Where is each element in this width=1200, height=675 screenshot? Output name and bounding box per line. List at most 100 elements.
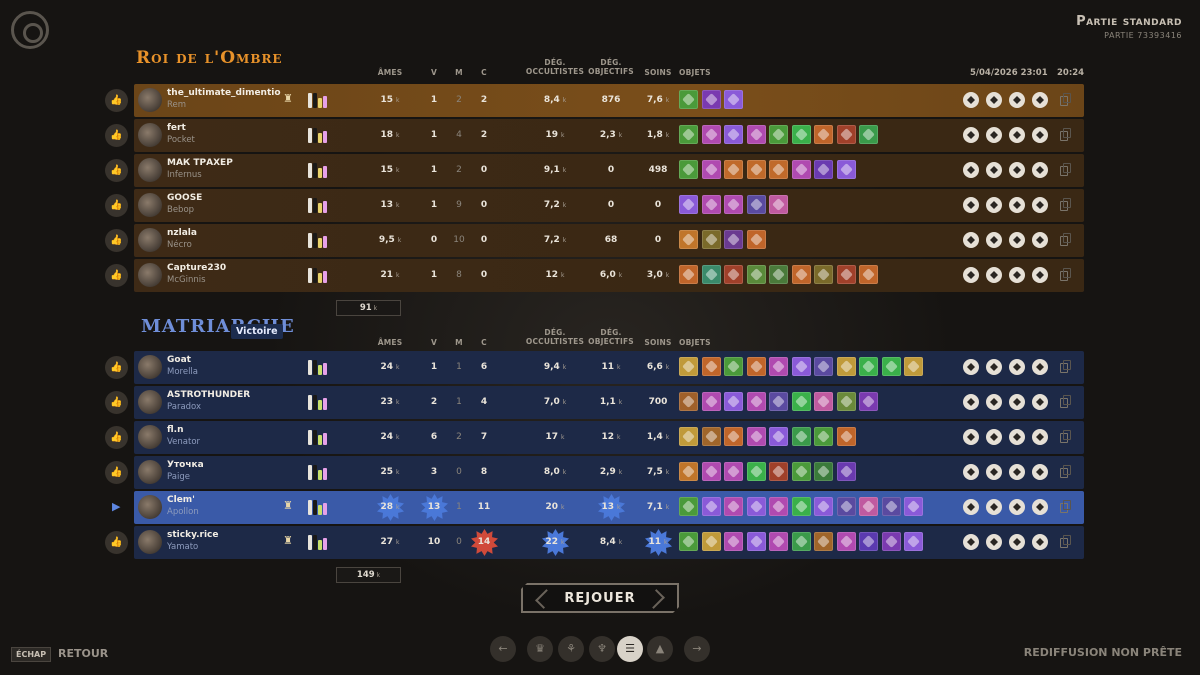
item-icon[interactable]	[679, 160, 698, 179]
scoreboard-list-icon[interactable]: ☰	[617, 636, 643, 662]
copy-build-icon[interactable]	[1060, 268, 1071, 281]
item-icon[interactable]	[724, 357, 743, 376]
item-icon[interactable]	[859, 532, 878, 551]
item-icon[interactable]	[814, 392, 833, 411]
player-row[interactable]: the_ultimate_dimentio Rem ♜ 15 k 1 2 2 8,4 k 876…	[134, 84, 1084, 117]
ability-icon[interactable]	[1009, 127, 1025, 143]
ability-icon[interactable]	[1032, 232, 1048, 248]
ability-icon[interactable]	[1009, 232, 1025, 248]
item-icon[interactable]	[701, 90, 721, 109]
item-icon[interactable]	[791, 462, 811, 481]
copy-build-icon[interactable]	[1060, 500, 1071, 513]
copy-build-icon[interactable]	[1060, 465, 1071, 478]
ability-icon[interactable]	[986, 92, 1002, 108]
item-icon[interactable]	[859, 392, 878, 411]
item-icon[interactable]	[746, 392, 766, 411]
item-icon[interactable]	[814, 160, 833, 179]
player-name[interactable]: fl.n	[167, 425, 184, 435]
item-icon[interactable]	[679, 265, 698, 284]
item-icon[interactable]	[791, 160, 811, 179]
item-icon[interactable]	[679, 427, 698, 446]
ability-icon[interactable]	[986, 197, 1002, 213]
item-icon[interactable]	[746, 462, 766, 481]
next-icon[interactable]: →	[684, 636, 710, 662]
trophy-icon[interactable]: ♛	[527, 636, 553, 662]
item-icon[interactable]	[791, 357, 811, 376]
player-name[interactable]: sticky.rice	[167, 530, 219, 540]
item-icon[interactable]	[791, 125, 811, 144]
item-icon[interactable]	[724, 230, 743, 249]
thumbs-up-button[interactable]: 👍	[105, 356, 128, 379]
ability-icon[interactable]	[1009, 359, 1025, 375]
item-icon[interactable]	[836, 265, 856, 284]
player-row[interactable]: fl.n Venator 24 k 6 2 7 17 k 12 k 1,4 k	[134, 421, 1084, 454]
item-icon[interactable]	[791, 392, 811, 411]
item-icon[interactable]	[746, 160, 766, 179]
ability-icon[interactable]	[963, 464, 979, 480]
thumbs-up-button[interactable]: 👍	[105, 194, 128, 217]
game-logo-icon[interactable]	[11, 11, 49, 49]
thumbs-up-button[interactable]: 👍	[105, 531, 128, 554]
item-icon[interactable]	[859, 497, 878, 516]
ability-icon[interactable]	[986, 359, 1002, 375]
item-icon[interactable]	[679, 497, 698, 516]
item-icon[interactable]	[769, 160, 788, 179]
item-icon[interactable]	[769, 195, 788, 214]
ability-icon[interactable]	[1009, 162, 1025, 178]
item-icon[interactable]	[746, 230, 766, 249]
item-icon[interactable]	[814, 427, 833, 446]
item-icon[interactable]	[769, 265, 788, 284]
ability-icon[interactable]	[1032, 429, 1048, 445]
item-icon[interactable]	[724, 497, 743, 516]
item-icon[interactable]	[701, 265, 721, 284]
item-icon[interactable]	[701, 427, 721, 446]
player-row[interactable]: fert Pocket 18 k 1 4 2 19 k 2,3 k 1,8 k	[134, 119, 1084, 152]
ability-icon[interactable]	[963, 394, 979, 410]
player-name[interactable]: Уточка	[167, 460, 204, 470]
player-row[interactable]: Capture230 McGinnis 21 k 1 8 0 12 k 6,0 k 3,0 k	[134, 259, 1084, 292]
item-icon[interactable]	[679, 230, 698, 249]
item-icon[interactable]	[746, 125, 766, 144]
ability-icon[interactable]	[963, 359, 979, 375]
copy-build-icon[interactable]	[1060, 535, 1071, 548]
item-icon[interactable]	[746, 357, 766, 376]
item-icon[interactable]	[791, 497, 811, 516]
ability-icon[interactable]	[1032, 267, 1048, 283]
thumbs-up-button[interactable]: 👍	[105, 391, 128, 414]
thumbs-up-button[interactable]: 👍	[105, 89, 128, 112]
player-name[interactable]: GOOSE	[167, 193, 202, 203]
ability-icon[interactable]	[963, 534, 979, 550]
ability-icon[interactable]	[986, 429, 1002, 445]
item-icon[interactable]	[769, 532, 788, 551]
item-icon[interactable]	[724, 427, 743, 446]
item-icon[interactable]	[679, 125, 698, 144]
back-button[interactable]: RETOUR	[58, 647, 108, 660]
item-icon[interactable]	[746, 497, 766, 516]
ability-icon[interactable]	[1009, 394, 1025, 410]
item-icon[interactable]	[814, 462, 833, 481]
ability-icon[interactable]	[1009, 267, 1025, 283]
item-icon[interactable]	[724, 90, 743, 109]
item-icon[interactable]	[769, 427, 788, 446]
player-name[interactable]: Capture230	[167, 263, 226, 273]
ability-icon[interactable]	[1032, 359, 1048, 375]
ability-icon[interactable]	[963, 197, 979, 213]
player-row[interactable]: GOOSE Bebop 13 k 1 9 0 7,2 k 0 0	[134, 189, 1084, 222]
item-icon[interactable]	[679, 532, 698, 551]
player-row[interactable]: sticky.rice Yamato ♜ 27 k 10 0 14 22 k 8,4 k 11 k	[134, 526, 1084, 559]
ability-icon[interactable]	[1032, 92, 1048, 108]
item-icon[interactable]	[859, 265, 878, 284]
ability-icon[interactable]	[1009, 464, 1025, 480]
ability-icon[interactable]	[1009, 534, 1025, 550]
ability-icon[interactable]	[963, 429, 979, 445]
item-icon[interactable]	[701, 392, 721, 411]
item-icon[interactable]	[724, 265, 743, 284]
ability-icon[interactable]	[1009, 92, 1025, 108]
copy-build-icon[interactable]	[1060, 430, 1071, 443]
ability-icon[interactable]	[986, 394, 1002, 410]
item-icon[interactable]	[679, 90, 698, 109]
ability-icon[interactable]	[963, 162, 979, 178]
player-name[interactable]: Clem'	[167, 495, 195, 505]
player-name[interactable]: Goat	[167, 355, 191, 365]
item-icon[interactable]	[746, 427, 766, 446]
